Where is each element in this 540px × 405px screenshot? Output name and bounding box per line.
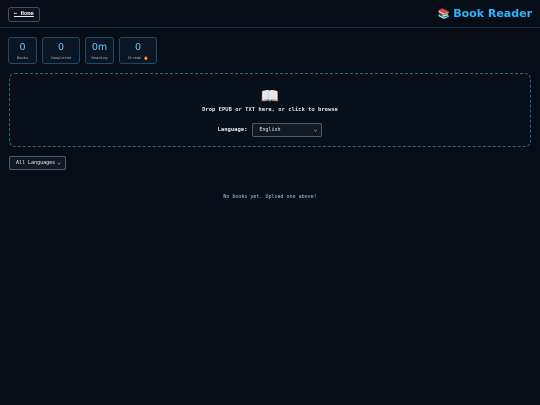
chevron-down-icon: ⌄ <box>57 159 61 166</box>
stat-streak: 0 Streak 🔥 <box>119 37 157 64</box>
stat-completed-value: 0 <box>57 42 65 53</box>
language-select-value: English <box>259 126 281 133</box>
stat-books-value: 0 <box>19 42 26 53</box>
stat-books-label: Books <box>16 55 29 60</box>
stat-books: 0 Books <box>8 37 37 64</box>
empty-library-message: No books yet. Upload one above! <box>223 194 317 200</box>
language-filter-select[interactable]: All Languages ⌄ <box>9 156 66 170</box>
language-select[interactable]: English ⌄ <box>252 122 323 137</box>
stat-completed-label: Completed <box>50 55 72 60</box>
app-brand: 📚 Book Reader <box>438 6 532 23</box>
language-row: Language: English ⌄ <box>10 119 530 137</box>
chevron-down-icon: ⌄ <box>313 125 318 133</box>
stat-streak-label: Streak 🔥 <box>127 55 149 60</box>
open-book-icon: 📖 <box>260 87 280 105</box>
stat-reading-value: 0m <box>91 42 108 53</box>
language-filter-value: All Languages <box>16 160 56 166</box>
stats-bar: 0 Books 0 Completed 0m Reading 0 Streak … <box>8 37 157 64</box>
app-title: Book Reader <box>453 7 532 20</box>
upload-dropzone[interactable]: 📖 Drop EPUB or TXT here, or click to bro… <box>9 73 531 147</box>
stat-reading: 0m Reading <box>85 37 114 64</box>
stat-streak-value: 0 <box>134 42 142 53</box>
books-icon: 📚 <box>437 9 451 20</box>
home-button[interactable]: ← Home <box>8 7 40 22</box>
app-header: ← Home 📚 Book Reader <box>0 0 540 28</box>
upload-instruction: Drop EPUB or TXT here, or click to brows… <box>202 107 338 113</box>
stat-completed: 0 Completed <box>42 37 80 64</box>
stat-reading-label: Reading <box>91 55 108 60</box>
language-label: Language: <box>217 126 248 133</box>
